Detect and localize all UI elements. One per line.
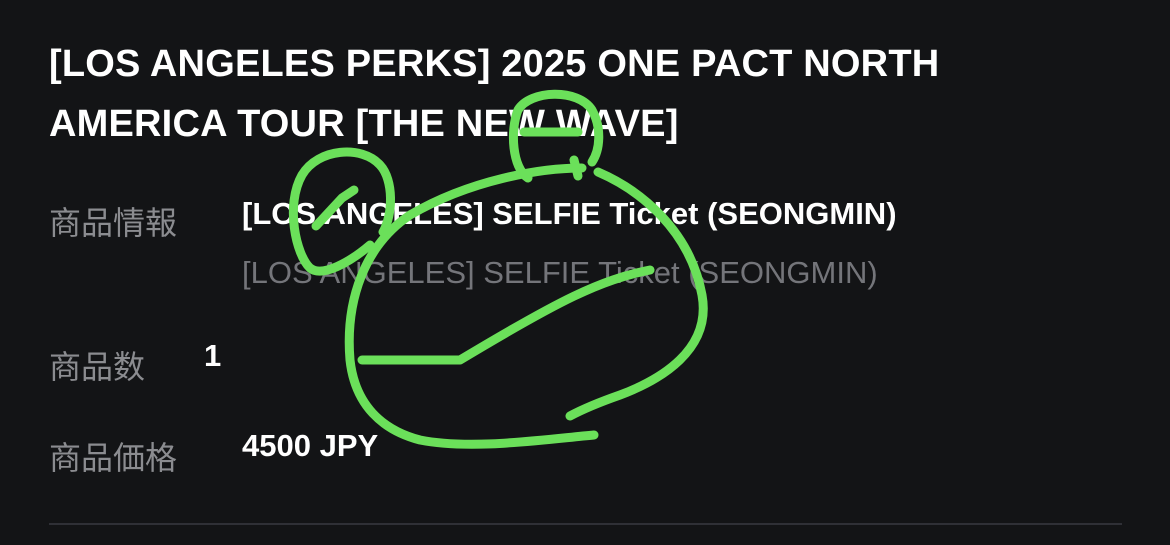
product-info-label: 商品情報 xyxy=(49,204,178,242)
quantity-value: 1 xyxy=(204,338,222,373)
quantity-label: 商品数 xyxy=(49,348,146,386)
product-info-sub-value: [LOS ANGELES] SELFIE Ticket (SEONGMIN) xyxy=(242,255,878,290)
section-divider xyxy=(49,523,1122,525)
product-title: [LOS ANGELES PERKS] 2025 ONE PACT NORTH … xyxy=(49,43,940,145)
order-detail-screen: [LOS ANGELES PERKS] 2025 ONE PACT NORTH … xyxy=(0,0,1170,545)
price-value: 4500 JPY xyxy=(242,428,379,463)
price-label: 商品価格 xyxy=(49,439,178,477)
product-info-value: [LOS ANGELES] SELFIE Ticket (SEONGMIN) xyxy=(242,196,897,231)
